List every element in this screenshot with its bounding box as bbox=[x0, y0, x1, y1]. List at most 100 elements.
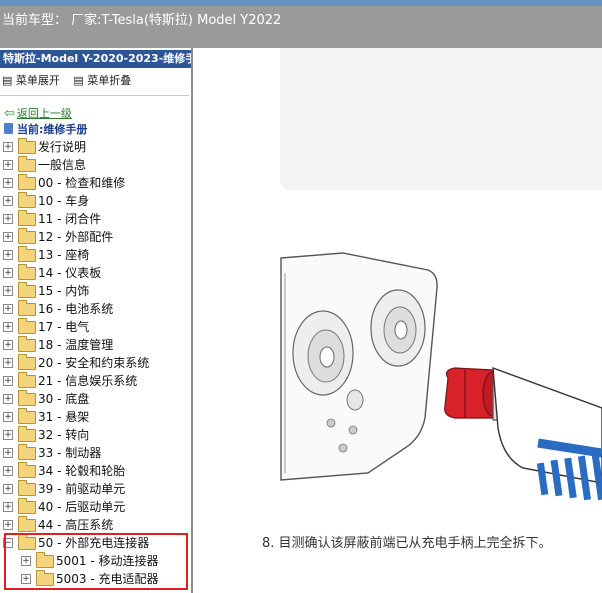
tree-item[interactable]: +34 - 轮毂和轮胎 bbox=[0, 462, 189, 480]
folder-icon bbox=[18, 300, 36, 316]
expand-toggle-icon[interactable]: + bbox=[3, 394, 13, 404]
content-pane: 8. 目测确认该屏蔽前端已从充电手柄上完全拆下。 bbox=[193, 48, 602, 593]
folder-icon bbox=[18, 246, 36, 262]
expand-toggle-icon[interactable]: + bbox=[3, 520, 13, 530]
back-link-label: 返回上一级 bbox=[16, 107, 72, 120]
expand-toggle-icon[interactable]: + bbox=[3, 322, 13, 332]
folder-icon bbox=[18, 192, 36, 208]
tree-item-label: 34 - 轮毂和轮胎 bbox=[38, 464, 126, 478]
menu-expand-button[interactable]: ▤ 菜单展开 bbox=[2, 74, 60, 87]
tree-item-label: 10 - 车身 bbox=[38, 194, 90, 208]
expand-toggle-icon[interactable]: + bbox=[3, 304, 13, 314]
folder-icon bbox=[18, 138, 36, 154]
expand-toggle-icon[interactable]: + bbox=[3, 358, 13, 368]
tree-item[interactable]: +10 - 车身 bbox=[0, 192, 189, 210]
tree-item[interactable]: +39 - 前驱动单元 bbox=[0, 480, 189, 498]
folder-icon bbox=[18, 336, 36, 352]
folder-icon bbox=[18, 462, 36, 478]
tree-item[interactable]: +13 - 座椅 bbox=[0, 246, 189, 264]
menu-collapse-button[interactable]: ▤ 菜单折叠 bbox=[73, 74, 131, 87]
tree-item-label: 16 - 电池系统 bbox=[38, 302, 114, 316]
expand-toggle-icon[interactable]: + bbox=[3, 484, 13, 494]
tree-item[interactable]: +16 - 电池系统 bbox=[0, 300, 189, 318]
folder-icon bbox=[18, 480, 36, 496]
tree-item[interactable]: +40 - 后驱动单元 bbox=[0, 498, 189, 516]
folder-icon bbox=[18, 390, 36, 406]
folder-icon bbox=[18, 498, 36, 514]
back-link[interactable]: ⇦ 返回上一级 bbox=[4, 105, 72, 121]
expand-toggle-icon[interactable]: + bbox=[3, 466, 13, 476]
folder-icon bbox=[18, 228, 36, 244]
tree-item[interactable]: +18 - 温度管理 bbox=[0, 336, 189, 354]
tree-item-label: 18 - 温度管理 bbox=[38, 338, 114, 352]
tree-item[interactable]: +21 - 信息娱乐系统 bbox=[0, 372, 189, 390]
tree-item-label: 发行说明 bbox=[38, 140, 87, 154]
expand-toggle-icon[interactable]: + bbox=[3, 142, 13, 152]
folder-icon bbox=[18, 354, 36, 370]
expand-toggle-icon[interactable]: + bbox=[3, 214, 13, 224]
expand-toggle-icon[interactable]: + bbox=[3, 196, 13, 206]
expand-toggle-icon[interactable]: + bbox=[3, 502, 13, 512]
menu-expand-label: 菜单展开 bbox=[15, 74, 60, 87]
tree-item-label: 33 - 制动器 bbox=[38, 446, 102, 460]
folder-icon bbox=[18, 318, 36, 334]
expand-toggle-icon[interactable]: + bbox=[3, 448, 13, 458]
folder-icon bbox=[18, 210, 36, 226]
tree-item[interactable]: +30 - 底盘 bbox=[0, 390, 189, 408]
tree-item[interactable]: + 发行说明 bbox=[0, 138, 189, 156]
window-title-strip bbox=[0, 0, 602, 6]
back-arrow-icon: ⇦ bbox=[4, 106, 15, 121]
tree-item-label: 31 - 悬架 bbox=[38, 410, 90, 424]
expand-toggle-icon[interactable]: + bbox=[3, 178, 13, 188]
tree-item[interactable]: +32 - 转向 bbox=[0, 426, 189, 444]
expand-toggle-icon[interactable]: + bbox=[3, 232, 13, 242]
top-bar: 当前车型： 厂家:T-Tesla(特斯拉) Model Y2022 bbox=[0, 0, 602, 48]
tree-item-label: 00 - 检查和维修 bbox=[38, 176, 126, 190]
tree-item-label: 30 - 底盘 bbox=[38, 392, 90, 406]
tree-item-label: 44 - 高压系统 bbox=[38, 518, 114, 532]
tree-item[interactable]: + 一般信息 bbox=[0, 156, 189, 174]
expand-toggle-icon[interactable]: + bbox=[3, 250, 13, 260]
tree-item[interactable]: +12 - 外部配件 bbox=[0, 228, 189, 246]
tree-item[interactable]: +44 - 高压系统 bbox=[0, 516, 189, 534]
tree-item[interactable]: +14 - 仪表板 bbox=[0, 264, 189, 282]
tree-item-label: 39 - 前驱动单元 bbox=[38, 482, 126, 496]
folder-icon bbox=[18, 408, 36, 424]
tree-item-label: 20 - 安全和约束系统 bbox=[38, 356, 150, 370]
tree-item-label: 15 - 内饰 bbox=[38, 284, 90, 298]
expand-toggle-icon[interactable]: + bbox=[3, 160, 13, 170]
folder-icon bbox=[18, 282, 36, 298]
tree-item[interactable]: +20 - 安全和约束系统 bbox=[0, 354, 189, 372]
tree-item-label: 21 - 信息娱乐系统 bbox=[38, 374, 138, 388]
selection-highlight-box bbox=[4, 533, 188, 590]
step-instruction: 8. 目测确认该屏蔽前端已从充电手柄上完全拆下。 bbox=[262, 536, 552, 551]
current-vehicle-title: 当前车型： 厂家:T-Tesla(特斯拉) Model Y2022 bbox=[2, 13, 282, 28]
tree-item[interactable]: +33 - 制动器 bbox=[0, 444, 189, 462]
tree-item-label: 12 - 外部配件 bbox=[38, 230, 114, 244]
tree-item-label: 40 - 后驱动单元 bbox=[38, 500, 126, 514]
tree-item[interactable]: +00 - 检查和维修 bbox=[0, 174, 189, 192]
current-location-label: 当前:维修手册 bbox=[17, 123, 88, 136]
expand-toggle-icon[interactable]: + bbox=[3, 430, 13, 440]
tree-item-label: 17 - 电气 bbox=[38, 320, 90, 334]
expand-toggle-icon[interactable]: + bbox=[3, 286, 13, 296]
tree-item-label: 13 - 座椅 bbox=[38, 248, 90, 262]
expand-toggle-icon[interactable]: + bbox=[3, 268, 13, 278]
tree-item-label: 32 - 转向 bbox=[38, 428, 90, 442]
folder-icon bbox=[18, 156, 36, 172]
tree-item[interactable]: +17 - 电气 bbox=[0, 318, 189, 336]
tree-item[interactable]: +11 - 闭合件 bbox=[0, 210, 189, 228]
charge-handle-illustration bbox=[280, 252, 602, 501]
manual-icon bbox=[4, 123, 13, 134]
expand-toggle-icon[interactable]: + bbox=[3, 376, 13, 386]
menu-actions: ▤ 菜单展开 ▤ 菜单折叠 bbox=[2, 72, 141, 88]
expand-toggle-icon[interactable]: + bbox=[3, 340, 13, 350]
folder-icon bbox=[18, 516, 36, 532]
tree-item[interactable]: +31 - 悬架 bbox=[0, 408, 189, 426]
folder-icon bbox=[18, 444, 36, 460]
folder-icon bbox=[18, 372, 36, 388]
folder-icon bbox=[18, 174, 36, 190]
expand-toggle-icon[interactable]: + bbox=[3, 412, 13, 422]
tree-item[interactable]: +15 - 内饰 bbox=[0, 282, 189, 300]
menu-collapse-label: 菜单折叠 bbox=[87, 74, 132, 87]
